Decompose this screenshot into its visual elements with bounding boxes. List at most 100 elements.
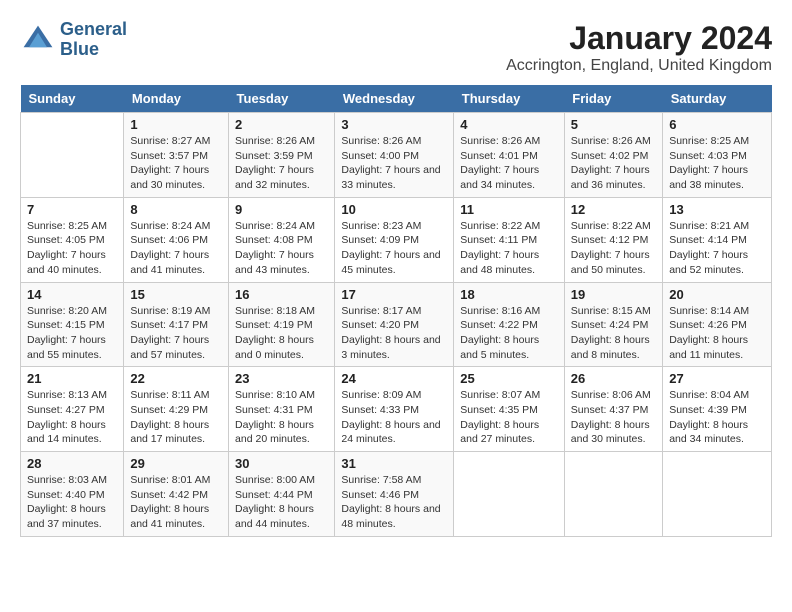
calendar-cell — [454, 452, 565, 537]
calendar-week-row: 21 Sunrise: 8:13 AMSunset: 4:27 PMDayligh… — [21, 367, 772, 452]
day-number: 13 — [669, 202, 765, 217]
calendar-cell: 2Sunrise: 8:26 AMSunset: 3:59 PMDaylight… — [229, 113, 335, 198]
calendar-week-row: 14 Sunrise: 8:20 AMSunset: 4:15 PMDayligh… — [21, 282, 772, 367]
day-number: 6 — [669, 117, 765, 132]
calendar-cell: 19 Sunrise: 8:15 AMSunset: 4:24 PMDayligh… — [564, 282, 662, 367]
title-block: January 2024 Accrington, England, United… — [506, 20, 772, 75]
weekday-header: Sunday — [21, 85, 124, 113]
day-number: 30 — [235, 456, 328, 471]
weekday-header: Monday — [124, 85, 229, 113]
day-info: Sunrise: 8:11 AMSunset: 4:29 PMDaylight:… — [130, 388, 222, 447]
calendar-cell: 31Sunrise: 7:58 AMSunset: 4:46 PMDayligh… — [335, 452, 454, 537]
calendar-cell: 12 Sunrise: 8:22 AMSunset: 4:12 PMDayligh… — [564, 197, 662, 282]
day-number: 27 — [669, 371, 765, 386]
calendar-cell: 15Sunrise: 8:19 AMSunset: 4:17 PMDayligh… — [124, 282, 229, 367]
main-title: January 2024 — [506, 20, 772, 57]
calendar-cell: 5Sunrise: 8:26 AMSunset: 4:02 PMDaylight… — [564, 113, 662, 198]
day-number: 8 — [130, 202, 222, 217]
day-number: 7 — [27, 202, 117, 217]
calendar-week-row: 28 Sunrise: 8:03 AMSunset: 4:40 PMDayligh… — [21, 452, 772, 537]
day-number: 1 — [130, 117, 222, 132]
day-number: 19 — [571, 287, 656, 302]
day-number: 26 — [571, 371, 656, 386]
day-number: 15 — [130, 287, 222, 302]
day-number: 28 — [27, 456, 117, 471]
calendar-cell: 16 Sunrise: 8:18 AMSunset: 4:19 PMDayligh… — [229, 282, 335, 367]
day-number: 20 — [669, 287, 765, 302]
calendar-cell: 26 Sunrise: 8:06 AMSunset: 4:37 PMDayligh… — [564, 367, 662, 452]
day-info: Sunrise: 8:09 AMSunset: 4:33 PMDaylight:… — [341, 388, 447, 447]
calendar-cell: 9 Sunrise: 8:24 AMSunset: 4:08 PMDaylight… — [229, 197, 335, 282]
day-info: Sunrise: 8:03 AMSunset: 4:40 PMDaylight:… — [27, 473, 117, 532]
day-number: 21 — [27, 371, 117, 386]
calendar-cell: 29Sunrise: 8:01 AMSunset: 4:42 PMDayligh… — [124, 452, 229, 537]
calendar-cell: 17 Sunrise: 8:17 AMSunset: 4:20 PMDayligh… — [335, 282, 454, 367]
day-info: Sunrise: 8:16 AMSunset: 4:22 PMDaylight:… — [460, 304, 558, 363]
calendar-cell: 23 Sunrise: 8:10 AMSunset: 4:31 PMDayligh… — [229, 367, 335, 452]
page-header: General Blue January 2024 Accrington, En… — [20, 20, 772, 75]
calendar-cell: 28 Sunrise: 8:03 AMSunset: 4:40 PMDayligh… — [21, 452, 124, 537]
calendar-week-row: 7 Sunrise: 8:25 AMSunset: 4:05 PMDaylight… — [21, 197, 772, 282]
day-info: Sunrise: 8:25 AMSunset: 4:05 PMDaylight:… — [27, 219, 117, 278]
day-number: 12 — [571, 202, 656, 217]
calendar-cell: 1 Sunrise: 8:27 AMSunset: 3:57 PMDaylight… — [124, 113, 229, 198]
header-row: SundayMondayTuesdayWednesdayThursdayFrid… — [21, 85, 772, 113]
day-info: Sunrise: 8:13 AMSunset: 4:27 PMDaylight:… — [27, 388, 117, 447]
day-number: 23 — [235, 371, 328, 386]
day-number: 17 — [341, 287, 447, 302]
calendar-table: SundayMondayTuesdayWednesdayThursdayFrid… — [20, 85, 772, 537]
day-info: Sunrise: 8:06 AMSunset: 4:37 PMDaylight:… — [571, 388, 656, 447]
day-info: Sunrise: 8:23 AMSunset: 4:09 PMDaylight:… — [341, 219, 447, 278]
day-info: Sunrise: 8:24 AMSunset: 4:08 PMDaylight:… — [235, 219, 328, 278]
weekday-header: Wednesday — [335, 85, 454, 113]
calendar-cell — [21, 113, 124, 198]
calendar-cell: 27 Sunrise: 8:04 AMSunset: 4:39 PMDayligh… — [663, 367, 772, 452]
day-info: Sunrise: 8:00 AMSunset: 4:44 PMDaylight:… — [235, 473, 328, 532]
day-info: Sunrise: 8:26 AMSunset: 4:00 PMDaylight:… — [341, 134, 447, 193]
day-info: Sunrise: 8:17 AMSunset: 4:20 PMDaylight:… — [341, 304, 447, 363]
day-number: 14 — [27, 287, 117, 302]
weekday-header: Friday — [564, 85, 662, 113]
day-number: 3 — [341, 117, 447, 132]
day-number: 24 — [341, 371, 447, 386]
day-number: 11 — [460, 202, 558, 217]
day-info: Sunrise: 8:26 AMSunset: 3:59 PMDaylight:… — [235, 134, 328, 193]
day-number: 10 — [341, 202, 447, 217]
weekday-header: Tuesday — [229, 85, 335, 113]
day-info: Sunrise: 8:04 AMSunset: 4:39 PMDaylight:… — [669, 388, 765, 447]
subtitle: Accrington, England, United Kingdom — [506, 57, 772, 75]
day-number: 9 — [235, 202, 328, 217]
day-number: 16 — [235, 287, 328, 302]
day-info: Sunrise: 7:58 AMSunset: 4:46 PMDaylight:… — [341, 473, 447, 532]
calendar-cell — [663, 452, 772, 537]
day-info: Sunrise: 8:26 AMSunset: 4:02 PMDaylight:… — [571, 134, 656, 193]
calendar-cell: 4Sunrise: 8:26 AMSunset: 4:01 PMDaylight… — [454, 113, 565, 198]
day-info: Sunrise: 8:18 AMSunset: 4:19 PMDaylight:… — [235, 304, 328, 363]
day-info: Sunrise: 8:14 AMSunset: 4:26 PMDaylight:… — [669, 304, 765, 363]
day-info: Sunrise: 8:10 AMSunset: 4:31 PMDaylight:… — [235, 388, 328, 447]
logo-text-line2: Blue — [60, 40, 127, 60]
logo: General Blue — [20, 20, 127, 60]
calendar-cell: 18Sunrise: 8:16 AMSunset: 4:22 PMDayligh… — [454, 282, 565, 367]
day-number: 29 — [130, 456, 222, 471]
day-number: 4 — [460, 117, 558, 132]
calendar-cell: 10 Sunrise: 8:23 AMSunset: 4:09 PMDayligh… — [335, 197, 454, 282]
day-info: Sunrise: 8:27 AMSunset: 3:57 PMDaylight:… — [130, 134, 222, 193]
logo-icon — [20, 22, 56, 58]
calendar-cell: 21 Sunrise: 8:13 AMSunset: 4:27 PMDayligh… — [21, 367, 124, 452]
day-info: Sunrise: 8:15 AMSunset: 4:24 PMDaylight:… — [571, 304, 656, 363]
calendar-cell: 14 Sunrise: 8:20 AMSunset: 4:15 PMDayligh… — [21, 282, 124, 367]
calendar-cell: 13Sunrise: 8:21 AMSunset: 4:14 PMDayligh… — [663, 197, 772, 282]
calendar-cell: 25Sunrise: 8:07 AMSunset: 4:35 PMDayligh… — [454, 367, 565, 452]
calendar-cell: 30 Sunrise: 8:00 AMSunset: 4:44 PMDayligh… — [229, 452, 335, 537]
calendar-cell: 6Sunrise: 8:25 AMSunset: 4:03 PMDaylight… — [663, 113, 772, 198]
calendar-cell: 22Sunrise: 8:11 AMSunset: 4:29 PMDayligh… — [124, 367, 229, 452]
calendar-cell: 8Sunrise: 8:24 AMSunset: 4:06 PMDaylight… — [124, 197, 229, 282]
calendar-cell: 7 Sunrise: 8:25 AMSunset: 4:05 PMDaylight… — [21, 197, 124, 282]
weekday-header: Thursday — [454, 85, 565, 113]
day-info: Sunrise: 8:20 AMSunset: 4:15 PMDaylight:… — [27, 304, 117, 363]
weekday-header: Saturday — [663, 85, 772, 113]
day-info: Sunrise: 8:22 AMSunset: 4:12 PMDaylight:… — [571, 219, 656, 278]
calendar-cell — [564, 452, 662, 537]
calendar-cell: 20 Sunrise: 8:14 AMSunset: 4:26 PMDayligh… — [663, 282, 772, 367]
